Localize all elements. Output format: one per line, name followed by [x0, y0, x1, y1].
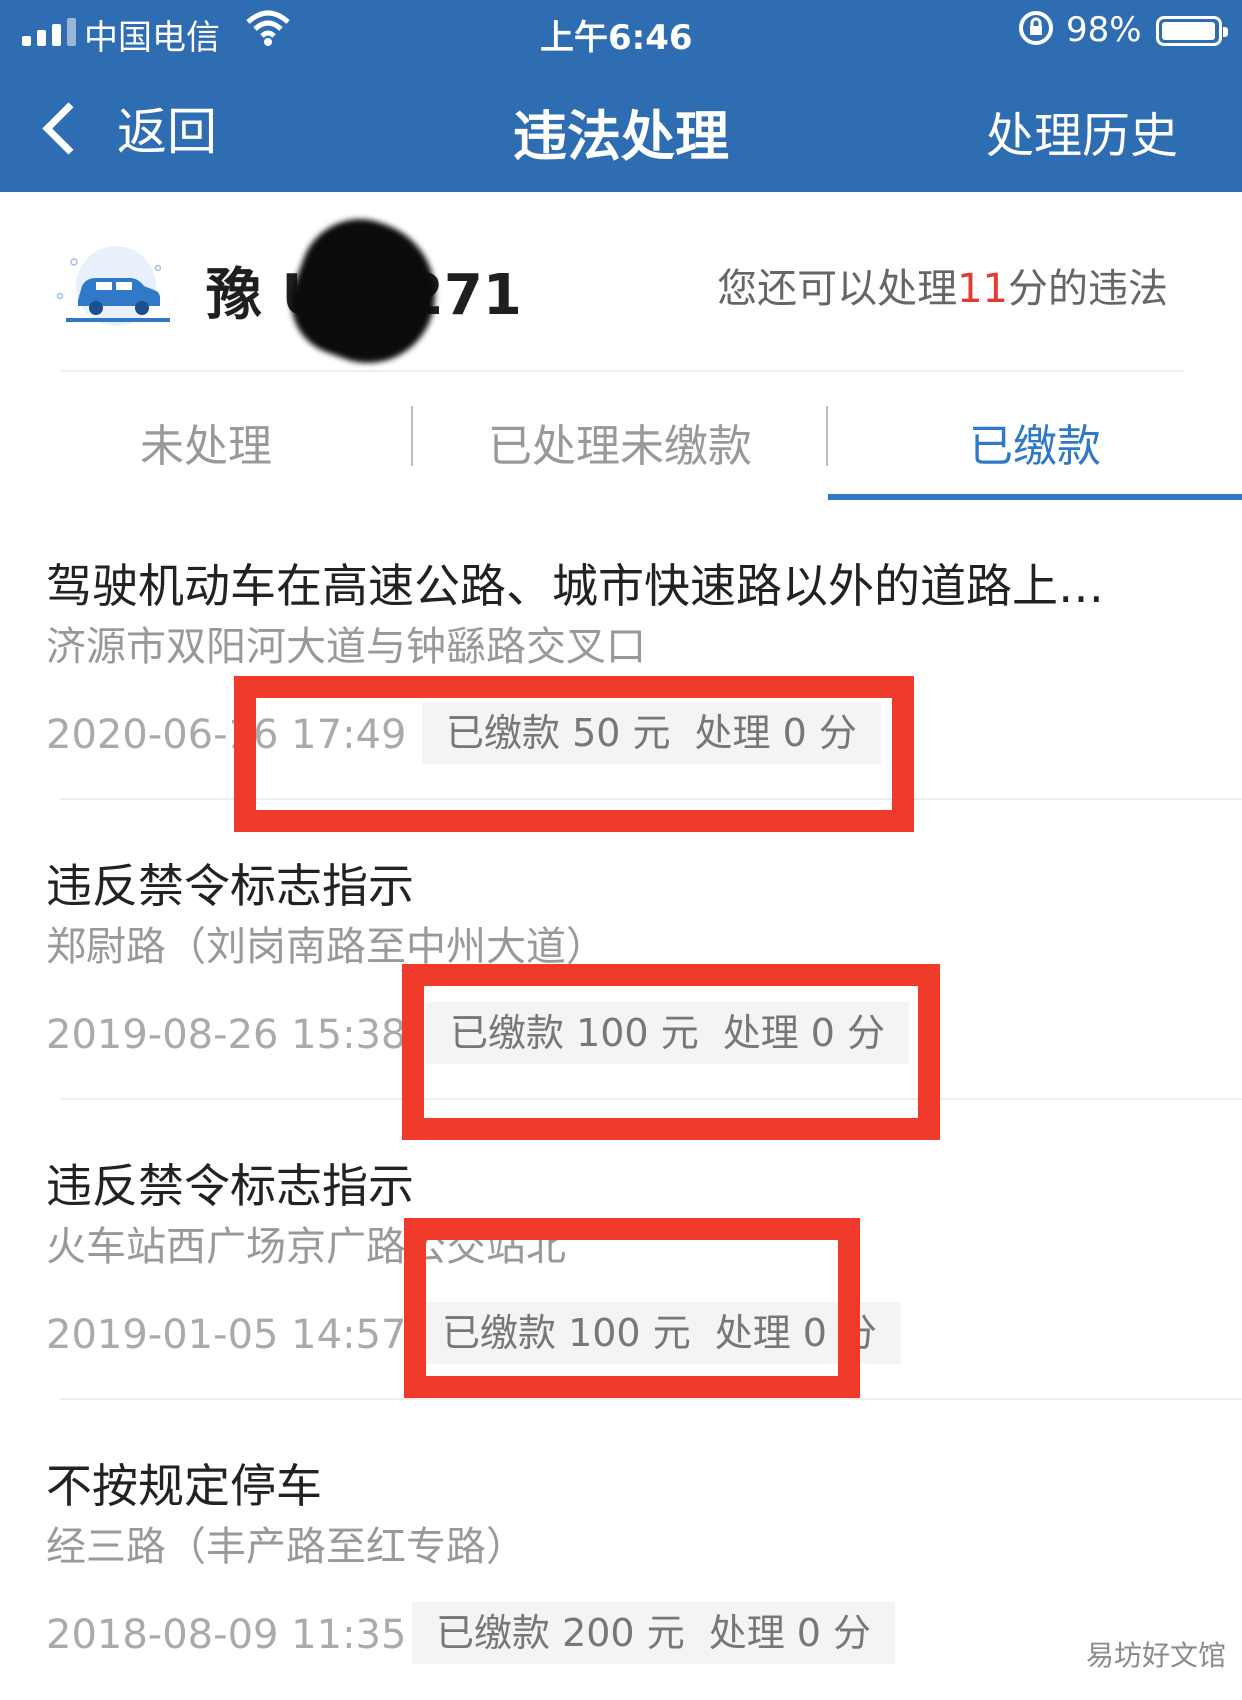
tab-unprocessed[interactable]: 未处理 — [0, 410, 412, 474]
violation-time: 2018-08-09 11:35 — [46, 1612, 407, 1658]
rotation-lock-icon — [1016, 8, 1056, 57]
points-quota: 您还可以处理11分的违法 — [717, 256, 1168, 314]
status-tabs: 未处理 已处理未缴款 已缴款 — [0, 376, 1242, 500]
deducted-points: 处理 0 分 — [708, 1611, 872, 1655]
battery-icon — [1156, 16, 1228, 46]
highlight-box — [234, 676, 914, 832]
violation-title: 违反禁令标志指示 — [46, 1159, 414, 1213]
history-button[interactable]: 处理历史 — [986, 96, 1178, 166]
highlight-box — [404, 1218, 860, 1398]
carrier-name: 中国电信 — [84, 18, 220, 58]
signal-icon — [22, 18, 76, 46]
status-bar: 中国电信 上午6:46 98% — [0, 0, 1242, 62]
violation-title: 违反禁令标志指示 — [46, 859, 414, 913]
watermark: 易坊好文馆 — [1085, 1639, 1226, 1672]
status-time: 上午6:46 — [540, 18, 693, 58]
violation-address: 经三路（丰产路至红专路） — [46, 1524, 526, 1570]
violation-item[interactable]: 不按规定停车 经三路（丰产路至红专路） 2018-08-09 11:35 已缴款… — [0, 1400, 1242, 1700]
tab-processed-unpaid[interactable]: 已处理未缴款 — [414, 410, 826, 474]
tab-divider — [411, 406, 413, 466]
vehicle-header: 豫 U08271 您还可以处理11分的违法 — [0, 192, 1242, 382]
redaction-scribble — [276, 202, 456, 382]
violation-time: 2019-01-05 14:57 — [46, 1312, 407, 1358]
wifi-icon — [246, 10, 290, 55]
battery-percent: 98% — [1066, 10, 1142, 50]
highlight-box — [402, 964, 940, 1140]
quota-suffix: 分的违法 — [1008, 266, 1168, 312]
car-icon — [52, 242, 182, 332]
violation-address: 济源市双阳河大道与钟繇路交叉口 — [46, 624, 646, 670]
tab-paid[interactable]: 已缴款 — [828, 410, 1242, 474]
payment-badge: 已缴款 200 元处理 0 分 — [412, 1602, 896, 1664]
top-bar: 中国电信 上午6:46 98% 返回 违法处理 处理历史 — [0, 0, 1242, 192]
nav-bar: 返回 违法处理 处理历史 — [0, 62, 1242, 192]
violation-title: 驾驶机动车在高速公路、城市快速路以外的道路上… — [46, 559, 1104, 613]
paid-amount: 已缴款 200 元 — [436, 1611, 685, 1655]
violation-title: 不按规定停车 — [46, 1459, 322, 1513]
quota-prefix: 您还可以处理 — [717, 266, 958, 312]
quota-points: 11 — [957, 266, 1008, 312]
violation-time: 2019-08-26 15:38 — [46, 1012, 407, 1058]
divider — [60, 370, 1184, 372]
battery-fill — [1162, 22, 1215, 40]
battery-nub — [1223, 27, 1228, 37]
